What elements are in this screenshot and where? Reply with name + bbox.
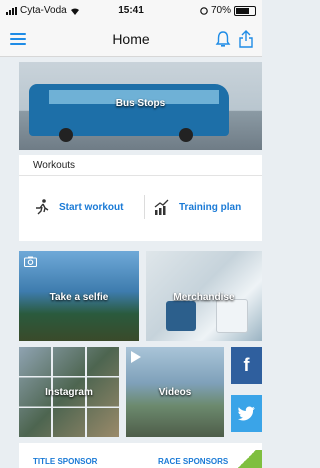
training-plan-button[interactable]: Training plan [153,198,241,216]
battery-percent: 70% [210,5,231,16]
instagram-label: Instagram [45,387,93,398]
share-icon[interactable] [237,29,255,49]
sponsors-strip: TITLE SPONSOR RACE SPONSORS [19,443,262,468]
battery-icon [234,5,256,16]
runner-icon [36,199,49,215]
bell-icon[interactable] [214,30,232,48]
bus-image [29,84,229,142]
training-plan-label: Training plan [179,201,242,213]
facebook-icon: f [243,355,250,375]
videos-label: Videos [158,387,192,398]
bus-stops-banner[interactable]: Bus Stops [19,62,262,150]
start-workout-label: Start workout [59,201,124,213]
take-selfie-tile[interactable]: Take a selfie [19,251,139,341]
start-workout-button[interactable]: Start workout [33,198,123,216]
videos-tile[interactable]: Videos [126,347,224,437]
status-bar: Cyta-Voda 15:41 70% [0,0,262,22]
race-sponsors-label: RACE SPONSORS [158,457,229,466]
nav-bar: Home [0,22,262,57]
twitter-button[interactable] [231,395,262,432]
workouts-header: Workouts [33,160,76,171]
workouts-card: Workouts Start workout Training plan [19,155,262,241]
twitter-icon [237,406,255,421]
merchandise-label: Merchandise [173,292,235,303]
instagram-tile[interactable]: Instagram [19,347,119,437]
play-icon [131,351,141,363]
take-selfie-label: Take a selfie [49,292,109,303]
title-sponsor-label: TITLE SPONSOR [33,457,98,466]
alarm-icon [200,6,208,15]
bus-stops-label: Bus Stops [115,98,166,109]
battery-group: 70% [200,5,256,16]
facebook-button[interactable]: f [231,347,262,384]
merchandise-tile[interactable]: Merchandise [146,251,262,341]
camera-icon [24,256,37,267]
chart-growth-icon [154,199,169,215]
sponsor-logo-corner [232,450,262,468]
